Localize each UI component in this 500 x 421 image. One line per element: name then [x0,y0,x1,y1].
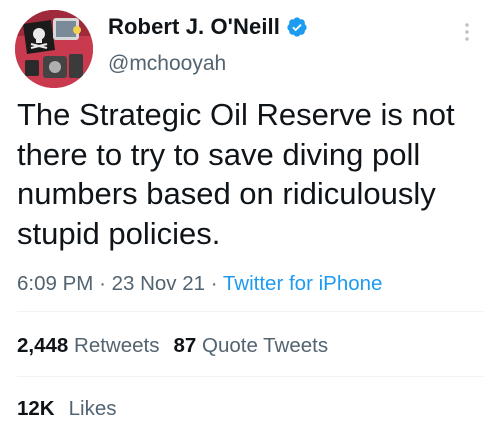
tweet: Robert J. O'Neill @mchooyah The Strategi… [0,0,500,421]
tweet-meta: 6:09 PM · 23 Nov 21 · Twitter for iPhone [17,272,382,296]
tweet-stats: 2,448 Retweets 87 Quote Tweets [17,334,328,358]
quote-tweets-label: Quote Tweets [202,334,329,357]
more-vertical-icon[interactable] [455,20,479,44]
divider [17,311,483,312]
verified-badge-icon [286,16,308,38]
likes-stat[interactable]: 12K Likes [17,397,116,421]
tweet-text: The Strategic Oil Reserve is not there t… [17,97,455,251]
divider [17,376,483,377]
retweets-count: 2,448 [17,334,69,357]
retweets-label: Retweets [74,334,160,357]
likes-label: Likes [68,397,117,420]
retweets-stat[interactable]: 2,448 Retweets [17,334,159,357]
skull-flag-icon [15,10,93,88]
meta-separator: · [99,272,106,295]
tweet-source-link[interactable]: Twitter for iPhone [223,272,383,295]
author-name-row: Robert J. O'Neill [108,14,308,40]
meta-separator: · [210,272,218,295]
likes-count: 12K [17,397,55,420]
quote-tweets-stat[interactable]: 87 Quote Tweets [173,334,328,357]
tweet-time[interactable]: 6:09 PM [17,272,93,295]
tweet-date[interactable]: 23 Nov 21 [112,272,205,295]
avatar[interactable] [15,10,93,88]
author-name[interactable]: Robert J. O'Neill [108,14,280,40]
author-handle[interactable]: @mchooyah [108,52,226,76]
quote-tweets-count: 87 [173,334,197,357]
